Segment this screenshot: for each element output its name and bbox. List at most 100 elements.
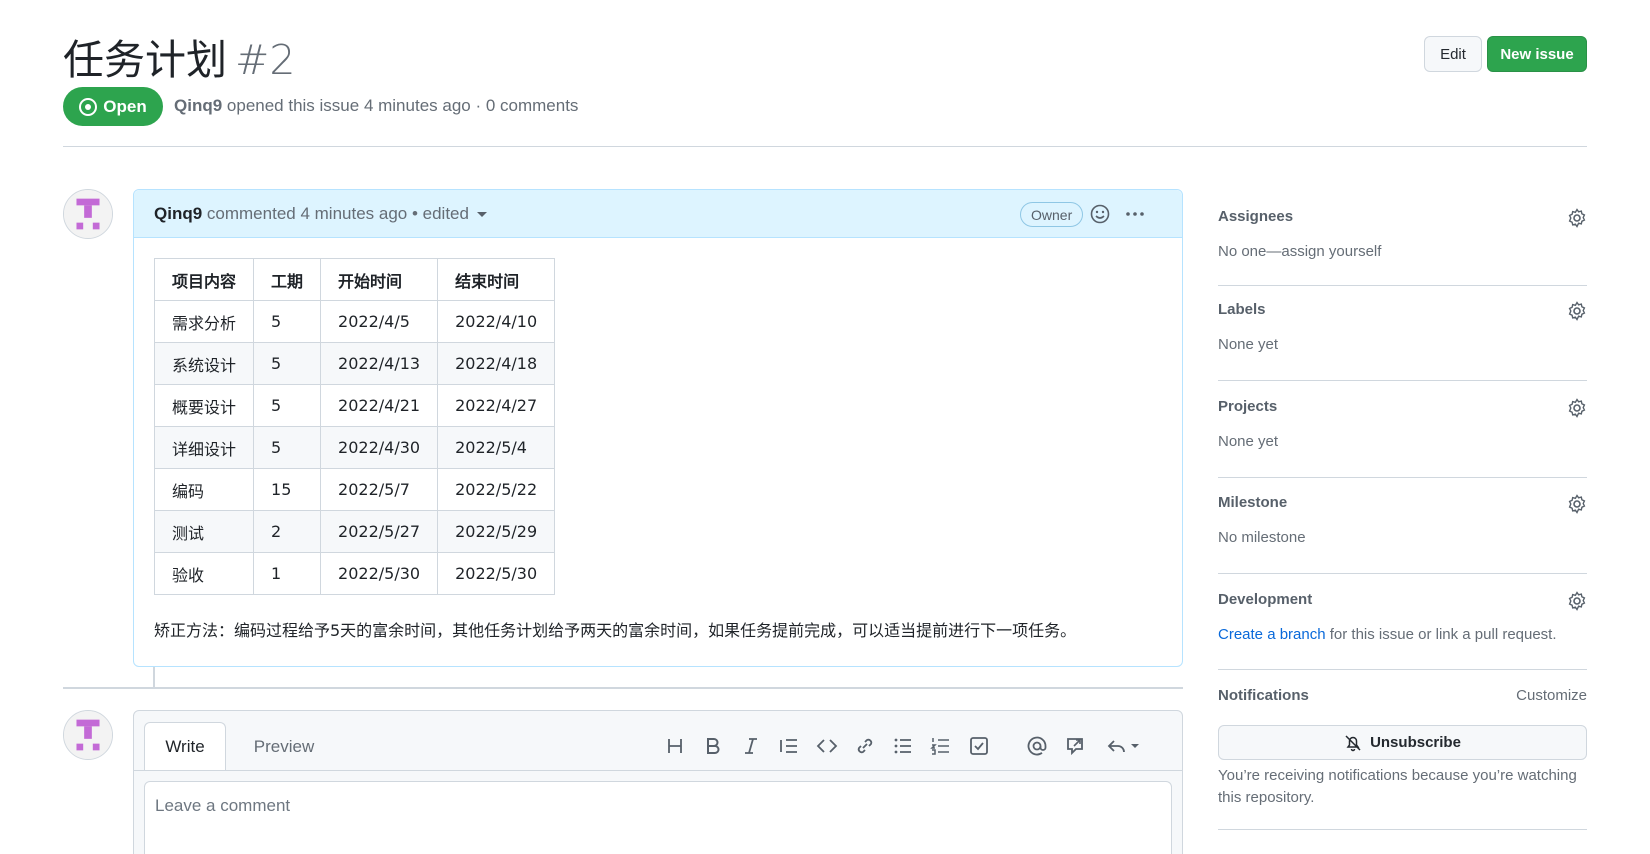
- status-badge: Open: [63, 87, 163, 126]
- comment-textarea[interactable]: Leave a comment: [144, 781, 1172, 854]
- status-label: Open: [103, 96, 147, 116]
- table-cell: 2022/4/30: [320, 426, 439, 469]
- timeline-end-divider: [63, 687, 1183, 689]
- table-cell: 2022/5/29: [437, 510, 556, 553]
- task-plan-table: 项目内容 工期 开始时间 结束时间 需求分析 5 2022/4/5 2022/4/10 系统设…: [153, 258, 556, 595]
- issue-comment: Qinq9 commented 4 minutes ago • edited O…: [133, 189, 1183, 667]
- issue-number: #2: [235, 36, 296, 84]
- customize-link[interactable]: Customize: [1516, 687, 1587, 704]
- edit-button[interactable]: Edit: [1424, 36, 1482, 72]
- comment-header: Qinq9 commented 4 minutes ago • edited O…: [134, 190, 1182, 238]
- new-issue-button[interactable]: New issue: [1487, 36, 1587, 72]
- projects-value: None yet: [1218, 433, 1279, 450]
- sidebar-milestone: Milestone No milestone: [1218, 494, 1587, 546]
- table-header-cell: 工期: [253, 258, 322, 301]
- bullet-list-icon[interactable]: [892, 735, 914, 757]
- table-cell: 编码: [153, 468, 255, 511]
- table-row: 详细设计 5 2022/4/30 2022/5/4: [153, 426, 556, 469]
- sidebar-labels: Labels None yet: [1218, 301, 1587, 353]
- development-text: for this issue or link a pull request.: [1325, 626, 1557, 643]
- create-branch-link[interactable]: Create a branch: [1218, 626, 1326, 643]
- table-cell: 详细设计: [153, 426, 255, 469]
- table-cell: 2022/4/10: [437, 300, 556, 343]
- gear-icon[interactable]: [1567, 591, 1587, 611]
- avatar-identicon: [64, 190, 112, 238]
- notifications-reason: You’re receiving notifications because y…: [1218, 767, 1577, 806]
- mention-icon[interactable]: [1026, 735, 1048, 757]
- sidebar-notifications: Notifications Customize: [1218, 687, 1587, 704]
- table-row: 概要设计 5 2022/4/21 2022/4/27: [153, 384, 556, 427]
- sidebar-divider: [1218, 669, 1587, 670]
- table-cell: 2022/5/4: [437, 426, 556, 469]
- numbered-list-icon[interactable]: [930, 735, 952, 757]
- table-row: 验收 1 2022/5/30 2022/5/30: [153, 552, 556, 595]
- avatar[interactable]: [63, 189, 113, 239]
- table-cell: 2: [253, 510, 322, 553]
- projects-title[interactable]: Projects: [1218, 398, 1587, 415]
- code-icon[interactable]: [816, 735, 838, 757]
- gear-icon[interactable]: [1567, 398, 1587, 418]
- table-cell: 5: [253, 426, 322, 469]
- table-row: 需求分析 5 2022/4/5 2022/4/10: [153, 300, 556, 343]
- table-cell: 1: [253, 552, 322, 595]
- gear-icon[interactable]: [1567, 208, 1587, 228]
- correction-note: 矫正方法：编码过程给予5天的富余时间，其他任务计划给予两天的富余时间，如果任务提…: [154, 621, 1077, 640]
- issue-meta-text: opened this issue 4 minutes ago · 0 comm…: [226, 96, 579, 115]
- table-cell: 2022/4/18: [437, 342, 556, 385]
- table-cell: 测试: [153, 510, 255, 553]
- issue-meta: Qinq9 opened this issue 4 minutes ago · …: [174, 96, 578, 116]
- task-list-icon[interactable]: [968, 735, 990, 757]
- table-cell: 2022/5/30: [437, 552, 556, 595]
- table-header-cell: 开始时间: [320, 258, 439, 301]
- composer-divider: [134, 770, 1182, 771]
- sidebar-divider: [1218, 477, 1587, 478]
- sidebar-divider: [1218, 285, 1587, 286]
- italic-icon[interactable]: [740, 735, 762, 757]
- reference-icon[interactable]: [1064, 735, 1086, 757]
- timeline-line: [153, 667, 155, 687]
- table-cell: 2022/5/22: [437, 468, 556, 511]
- table-row: 测试 2 2022/5/27 2022/5/29: [153, 510, 556, 553]
- edit-history-caret-icon[interactable]: [476, 211, 487, 217]
- avatar[interactable]: [63, 710, 113, 760]
- milestone-value: No milestone: [1218, 529, 1306, 546]
- table-cell: 15: [253, 468, 322, 511]
- gear-icon[interactable]: [1567, 494, 1587, 514]
- table-cell: 2022/4/5: [320, 300, 439, 343]
- assignees-value[interactable]: No one—assign yourself: [1218, 243, 1587, 260]
- bold-icon[interactable]: [702, 735, 724, 757]
- tab-preview[interactable]: Preview: [234, 723, 334, 770]
- header-divider: [63, 146, 1587, 147]
- table-header-cell: 项目内容: [153, 258, 255, 301]
- table-cell: 5: [253, 384, 322, 427]
- gear-icon[interactable]: [1567, 301, 1587, 321]
- heading-icon[interactable]: [664, 735, 686, 757]
- comment-body: 项目内容 工期 开始时间 结束时间 需求分析 5 2022/4/5 2022/4/10 系统设…: [134, 238, 1182, 661]
- milestone-title[interactable]: Milestone: [1218, 494, 1587, 511]
- table-cell: 2022/4/13: [320, 342, 439, 385]
- assignees-title[interactable]: Assignees: [1218, 208, 1587, 225]
- comment-author-link[interactable]: Qinq9: [154, 204, 202, 223]
- table-cell: 系统设计: [153, 342, 255, 385]
- development-title[interactable]: Development: [1218, 591, 1587, 608]
- issue-opened-icon: [79, 97, 98, 116]
- table-cell: 2022/5/27: [320, 510, 439, 553]
- smiley-icon[interactable]: [1089, 203, 1111, 225]
- sidebar-development: Development Create a branch for this iss…: [1218, 591, 1587, 643]
- reply-icon[interactable]: [1106, 735, 1142, 757]
- kebab-horizontal-icon[interactable]: [1124, 203, 1146, 225]
- table-cell: 验收: [153, 552, 255, 595]
- labels-title[interactable]: Labels: [1218, 301, 1587, 318]
- table-cell: 2022/4/21: [320, 384, 439, 427]
- table-header-cell: 结束时间: [437, 258, 556, 301]
- unsubscribe-button[interactable]: Unsubscribe: [1218, 725, 1587, 760]
- issue-author-link[interactable]: Qinq9: [174, 96, 222, 115]
- comment-meta-text[interactable]: commented 4 minutes ago • edited: [207, 204, 469, 223]
- table-cell: 概要设计: [153, 384, 255, 427]
- tab-write[interactable]: Write: [144, 722, 226, 771]
- link-icon[interactable]: [854, 735, 876, 757]
- quote-icon[interactable]: [778, 735, 800, 757]
- table-cell: 5: [253, 342, 322, 385]
- sidebar-divider: [1218, 829, 1587, 830]
- table-row: 系统设计 5 2022/4/13 2022/4/18: [153, 342, 556, 385]
